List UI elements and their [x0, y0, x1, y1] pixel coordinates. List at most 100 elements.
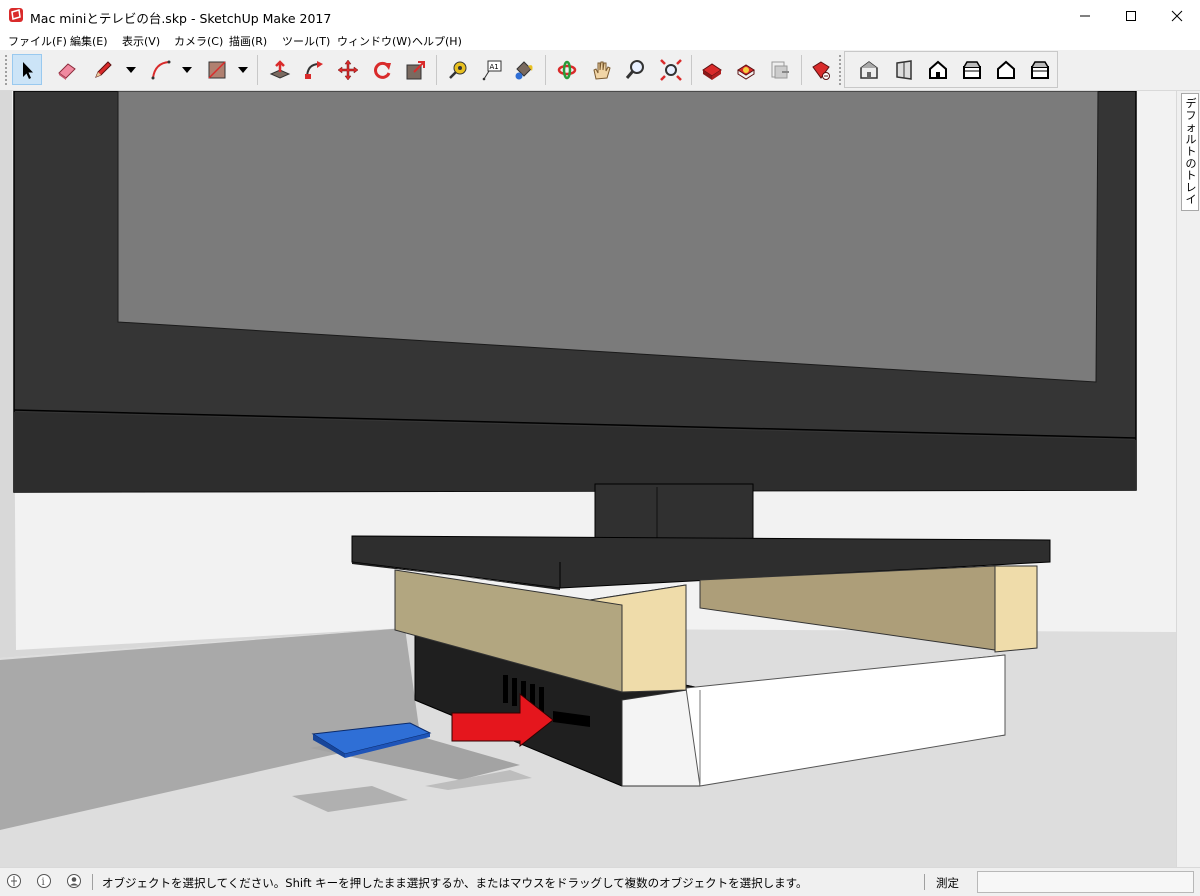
maximize-button[interactable] — [1108, 0, 1154, 31]
default-tray-panel: デフォルトのトレイ — [1176, 91, 1200, 867]
orbit-icon — [557, 60, 577, 79]
tray-tab-default[interactable]: デフォルトのトレイ — [1181, 93, 1199, 211]
send-to-layout-icon — [771, 61, 789, 78]
arc-icon — [151, 60, 171, 79]
toolbar-separator — [257, 55, 258, 85]
move-tool-button[interactable] — [333, 54, 363, 85]
select-tool-button[interactable] — [12, 54, 42, 85]
iso-view-icon — [860, 60, 878, 79]
measurements-input[interactable] — [977, 871, 1194, 893]
iso-view-button[interactable] — [854, 54, 884, 85]
minimize-button[interactable] — [1062, 0, 1108, 31]
paint-bucket-tool-button[interactable] — [509, 54, 539, 85]
chevron-down-icon — [238, 66, 248, 73]
toolbar-separator — [691, 55, 692, 85]
chevron-down-icon — [126, 66, 136, 73]
tray-label: デフォルトのトレイ — [1185, 97, 1197, 206]
arc-dropdown[interactable] — [180, 54, 194, 85]
zoom-tool-button[interactable] — [620, 54, 650, 85]
window-title: Mac miniとテレビの台.skp - SketchUp Make 2017 — [30, 11, 332, 26]
measure-label: 測定 — [936, 876, 959, 890]
tape-measure-icon — [449, 61, 467, 79]
send-to-layout-button[interactable] — [765, 54, 795, 85]
extension-warehouse-icon — [737, 63, 755, 80]
status-separator — [924, 874, 925, 890]
status-bar: i オブジェクトを選択してください。Shift キーを押したまま選択するか、また… — [0, 867, 1200, 896]
tape-measure-tool-button[interactable] — [443, 54, 473, 85]
right-view-icon — [896, 59, 912, 80]
title-bar: Mac miniとテレビの台.skp - SketchUp Make 2017 — [0, 0, 1200, 32]
rectangle-dropdown[interactable] — [236, 54, 250, 85]
menu-file[interactable]: ファイル(F) — [8, 33, 67, 49]
select-icon — [23, 61, 33, 79]
toolbar-separator — [801, 55, 802, 85]
menu-bar: ファイル(F) 編集(E) 表示(V) カメラ(C) 描画(R) ツール(T) … — [0, 31, 1200, 50]
menu-help[interactable]: ヘルプ(H) — [412, 33, 462, 49]
push-pull-icon — [269, 59, 291, 79]
sketchup-logo-icon — [9, 8, 23, 22]
extension-manager-button[interactable] — [806, 54, 836, 85]
push-pull-tool-button[interactable] — [265, 54, 295, 85]
close-button[interactable] — [1154, 0, 1200, 31]
pencil-icon — [95, 60, 112, 78]
pencil-tool-button[interactable] — [88, 54, 118, 85]
arc-tool-button[interactable] — [146, 54, 176, 85]
right-view-button[interactable] — [889, 54, 919, 85]
menu-edit[interactable]: 編集(E) — [70, 33, 108, 49]
back-view-button[interactable] — [1025, 54, 1055, 85]
menu-tools[interactable]: ツール(T) — [282, 33, 330, 49]
chevron-down-icon — [182, 66, 192, 73]
toolbar-grip[interactable] — [4, 54, 8, 86]
text-icon: A1 — [482, 60, 502, 80]
close-icon — [1171, 10, 1183, 21]
move-icon — [337, 59, 359, 80]
text-tool-button[interactable]: A1 — [477, 54, 507, 85]
toolbar-grip[interactable] — [838, 54, 842, 86]
minimize-icon — [1080, 15, 1090, 16]
orbit-tool-button[interactable] — [552, 54, 582, 85]
toolbar-separator — [436, 55, 437, 85]
top-view-button[interactable] — [957, 54, 987, 85]
model-scene — [0, 91, 1176, 867]
menu-camera[interactable]: カメラ(C) — [174, 33, 223, 49]
menu-window[interactable]: ウィンドウ(W) — [337, 33, 411, 49]
follow-me-icon — [305, 60, 323, 79]
menu-draw[interactable]: 描画(R) — [229, 33, 267, 49]
3d-warehouse-button[interactable] — [697, 54, 727, 85]
3d-warehouse-icon — [702, 62, 722, 80]
paint-bucket-icon — [515, 60, 533, 79]
scale-icon — [406, 60, 425, 79]
rotate-icon — [374, 61, 391, 79]
front-view-icon — [929, 60, 947, 79]
toolbar-separator — [545, 55, 546, 85]
pencil-dropdown[interactable] — [124, 54, 138, 85]
geo-location-icon[interactable] — [6, 873, 22, 889]
model-viewport[interactable] — [0, 91, 1176, 867]
follow-me-tool-button[interactable] — [299, 54, 329, 85]
eraser-icon — [58, 62, 76, 80]
left-view-icon — [997, 60, 1015, 79]
extension-warehouse-button[interactable] — [731, 54, 761, 85]
rotate-tool-button[interactable] — [367, 54, 397, 85]
zoom-extents-tool-button[interactable] — [656, 54, 686, 85]
rectangle-tool-button[interactable] — [202, 54, 232, 85]
svg-text:i: i — [42, 877, 45, 888]
user-account-icon[interactable] — [66, 873, 82, 889]
pan-tool-button[interactable] — [586, 54, 616, 85]
menu-view[interactable]: 表示(V) — [122, 33, 160, 49]
extension-manager-icon — [812, 60, 830, 80]
scale-tool-button[interactable] — [401, 54, 431, 85]
svg-text:A1: A1 — [490, 63, 499, 71]
maximize-icon — [1126, 10, 1136, 21]
eraser-tool-button[interactable] — [52, 54, 82, 85]
status-message: オブジェクトを選択してください。Shift キーを押したまま選択するか、またはマ… — [102, 876, 808, 890]
rectangle-icon — [208, 60, 226, 79]
front-view-button[interactable] — [923, 54, 953, 85]
back-view-icon — [1031, 60, 1049, 79]
status-separator — [92, 874, 93, 890]
credits-icon[interactable]: i — [36, 873, 52, 889]
left-view-button[interactable] — [991, 54, 1021, 85]
main-toolbar: A1 — [0, 50, 1200, 91]
top-view-icon — [963, 60, 981, 79]
zoom-extents-icon — [660, 58, 682, 81]
